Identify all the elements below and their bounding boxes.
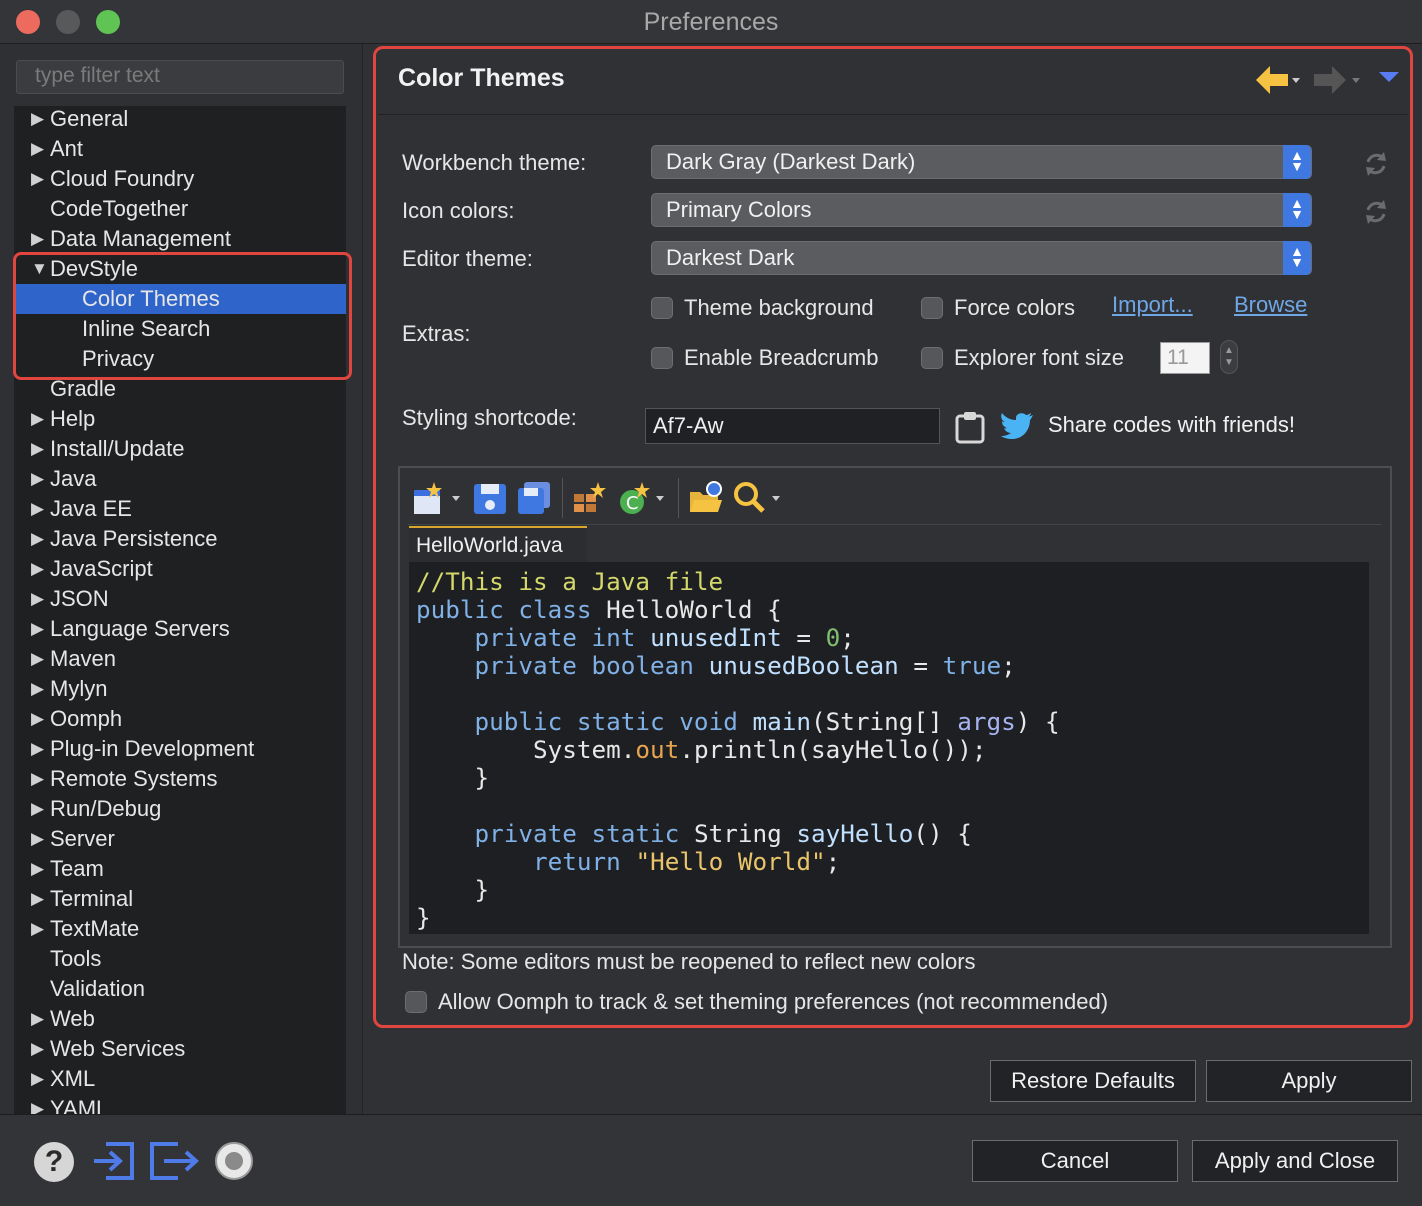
cancel-button[interactable]: Cancel (972, 1140, 1178, 1182)
collapsed-triangle-icon[interactable]: ▶ (31, 224, 49, 254)
collapsed-triangle-icon[interactable]: ▶ (31, 824, 49, 854)
tree-item-label: Tools (50, 946, 102, 971)
tree-item-label: Data Management (50, 226, 231, 251)
tree-item[interactable]: ▶ YAML (14, 1094, 346, 1114)
export-preferences-icon[interactable] (148, 1140, 200, 1182)
tree-item[interactable]: ▶ Mylyn (14, 674, 346, 704)
apply-button[interactable]: Apply (1206, 1060, 1412, 1102)
collapsed-triangle-icon[interactable]: ▶ (31, 164, 49, 194)
tree-item[interactable]: Tools (14, 944, 346, 974)
tree-item[interactable]: ▶ JSON (14, 584, 346, 614)
tree-item-label: Oomph (50, 706, 123, 731)
tree-item-label: Ant (50, 136, 84, 161)
collapsed-triangle-icon[interactable]: ▶ (31, 404, 49, 434)
collapsed-triangle-icon[interactable]: ▶ (31, 134, 49, 164)
tree-item[interactable]: ▶ Server (14, 824, 346, 854)
tree-item[interactable]: Validation (14, 974, 346, 1004)
restore-defaults-button[interactable]: Restore Defaults (990, 1060, 1196, 1102)
collapsed-triangle-icon[interactable]: ▶ (31, 1064, 49, 1094)
tree-item[interactable]: ▶ Web (14, 1004, 346, 1034)
tree-item[interactable]: ▶ Install/Update (14, 434, 346, 464)
collapsed-triangle-icon[interactable]: ▶ (31, 524, 49, 554)
collapsed-triangle-icon[interactable]: ▶ (31, 734, 49, 764)
collapsed-triangle-icon[interactable]: ▶ (31, 674, 49, 704)
tree-item-label: Terminal (50, 886, 134, 911)
collapsed-triangle-icon[interactable]: ▶ (31, 464, 49, 494)
collapsed-triangle-icon[interactable]: ▶ (31, 106, 49, 134)
window-title: Preferences (643, 8, 779, 36)
tree-item-label: General (50, 106, 129, 131)
collapsed-triangle-icon[interactable]: ▶ (31, 1004, 49, 1034)
title-bar: Preferences (0, 0, 1422, 44)
tree-item-label: TextMate (50, 916, 140, 941)
tree-item-label: YAML (50, 1096, 109, 1114)
collapsed-triangle-icon[interactable]: ▶ (31, 764, 49, 794)
collapsed-triangle-icon[interactable]: ▶ (31, 794, 49, 824)
tree-item[interactable]: ▶ Terminal (14, 884, 346, 914)
collapsed-triangle-icon[interactable]: ▶ (31, 704, 49, 734)
collapsed-triangle-icon[interactable]: ▶ (31, 554, 49, 584)
tree-item-label: Cloud Foundry (50, 166, 195, 191)
help-icon[interactable]: ? (34, 1142, 74, 1182)
tree-item[interactable]: ▶ Help (14, 404, 346, 434)
collapsed-triangle-icon[interactable]: ▶ (31, 854, 49, 884)
tree-item-label: Help (50, 406, 96, 431)
tree-item-label: CodeTogether (50, 196, 189, 221)
collapsed-triangle-icon[interactable]: ▶ (31, 884, 49, 914)
apply-and-close-button[interactable]: Apply and Close (1192, 1140, 1398, 1182)
import-preferences-icon[interactable] (92, 1140, 138, 1182)
tree-item[interactable]: ▶ Remote Systems (14, 764, 346, 794)
tree-item[interactable]: ▶ Java EE (14, 494, 346, 524)
collapsed-triangle-icon[interactable]: ▶ (31, 1094, 49, 1114)
tree-item[interactable]: ▶ Web Services (14, 1034, 346, 1064)
tree-item[interactable]: ▶ JavaScript (14, 554, 346, 584)
collapsed-triangle-icon[interactable]: ▶ (31, 614, 49, 644)
tree-item-label: Mylyn (50, 676, 108, 701)
color-themes-highlight-frame (373, 46, 1413, 1028)
tree-item-label: Language Servers (50, 616, 230, 641)
collapsed-triangle-icon[interactable]: ▶ (31, 914, 49, 944)
tree-item[interactable]: ▶ Team (14, 854, 346, 884)
tree-item[interactable]: ▶ Cloud Foundry (14, 164, 346, 194)
tree-item-label: Server (50, 826, 115, 851)
record-icon[interactable] (215, 1142, 253, 1180)
collapsed-triangle-icon[interactable]: ▶ (31, 644, 49, 674)
tree-item-label: Team (50, 856, 104, 881)
tree-item[interactable]: ▶ Ant (14, 134, 346, 164)
tree-item-label: Remote Systems (50, 766, 218, 791)
tree-item-label: Plug-in Development (50, 736, 255, 761)
tree-item[interactable]: ▶ Java Persistence (14, 524, 346, 554)
tree-item[interactable]: ▶ Maven (14, 644, 346, 674)
tree-item-label: Java EE (50, 496, 132, 521)
collapsed-triangle-icon[interactable]: ▶ (31, 1034, 49, 1064)
left-pane: type filter text ▶ General ▶ Ant ▶ Cloud Foun… (0, 44, 362, 1114)
tree-item-label: Java Persistence (50, 526, 218, 551)
tree-item[interactable]: ▶ Plug-in Development (14, 734, 346, 764)
tree-item-label: Java (50, 466, 97, 491)
tree-item-label: Run/Debug (50, 796, 162, 821)
tree-item[interactable]: ▶ XML (14, 1064, 346, 1094)
tree-item-label: JavaScript (50, 556, 153, 581)
tree-item-label: Web Services (50, 1036, 186, 1061)
tree-item-label: Validation (50, 976, 145, 1001)
tree-item-label: XML (50, 1066, 96, 1091)
tree-item-label: JSON (50, 586, 109, 611)
tree-item-label: Web (50, 1006, 95, 1031)
tree-item[interactable]: ▶ Data Management (14, 224, 346, 254)
tree-item-label: Install/Update (50, 436, 185, 461)
filter-input[interactable]: type filter text (16, 60, 344, 94)
tree-item[interactable]: ▶ Java (14, 464, 346, 494)
tree-item[interactable]: ▶ Oomph (14, 704, 346, 734)
tree-item[interactable]: ▶ General (14, 106, 346, 134)
tree-item[interactable]: ▶ Run/Debug (14, 794, 346, 824)
tree-item[interactable]: ▶ Language Servers (14, 614, 346, 644)
tree-item[interactable]: ▶ TextMate (14, 914, 346, 944)
collapsed-triangle-icon[interactable]: ▶ (31, 584, 49, 614)
tree-item-label: Maven (50, 646, 117, 671)
tree-item[interactable]: CodeTogether (14, 194, 346, 224)
devstyle-highlight-frame (13, 252, 352, 380)
collapsed-triangle-icon[interactable]: ▶ (31, 494, 49, 524)
collapsed-triangle-icon[interactable]: ▶ (31, 434, 49, 464)
